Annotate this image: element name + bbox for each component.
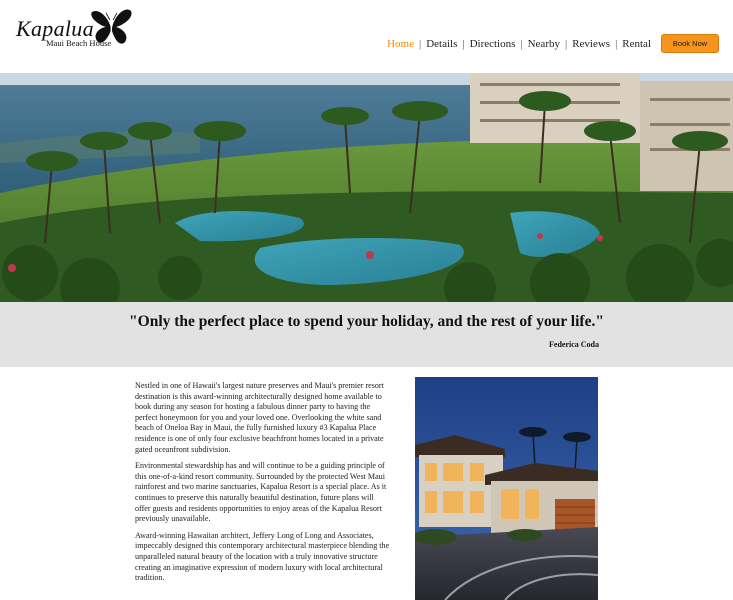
nav-separator: | <box>564 38 568 50</box>
paragraph: Nestled in one of Hawaii's largest natur… <box>135 381 384 454</box>
nav-home[interactable]: Home <box>387 38 414 50</box>
site-logo[interactable]: Kapalua Maui Beach House <box>14 8 134 48</box>
main-nav: Home | Details | Directions | Nearby | R… <box>387 38 651 50</box>
quote-banner: "Only the perfect place to spend your ho… <box>0 302 733 367</box>
hero-image <box>0 73 733 302</box>
nav-nearby[interactable]: Nearby <box>528 38 560 50</box>
quote-text: "Only the perfect place to spend your ho… <box>129 313 604 330</box>
nav-separator: | <box>615 38 618 50</box>
paragraph: Award-winning Hawaiian architect, Jeffer… <box>135 530 390 583</box>
nav-reviews[interactable]: Reviews <box>572 38 610 50</box>
paragraph: Environmental stewardship has and will c… <box>135 461 387 524</box>
nav-rental[interactable]: Rental <box>622 38 651 50</box>
nav-directions[interactable]: Directions <box>470 38 516 50</box>
book-now-button[interactable]: Book Now <box>661 34 719 53</box>
house-photo <box>415 377 598 600</box>
nav-separator: | <box>520 38 523 50</box>
site-header: Kapalua Maui Beach House Home | Details … <box>0 0 733 73</box>
quote-author: Federica Coda <box>549 340 599 349</box>
nav-separator: | <box>462 38 465 50</box>
intro-text: Nestled in one of Hawaii's largest natur… <box>135 381 391 590</box>
resort-photo <box>0 73 733 302</box>
house-image <box>415 377 598 600</box>
nav-separator: | <box>419 38 422 50</box>
butterfly-icon <box>91 9 132 44</box>
nav-details[interactable]: Details <box>426 38 457 50</box>
